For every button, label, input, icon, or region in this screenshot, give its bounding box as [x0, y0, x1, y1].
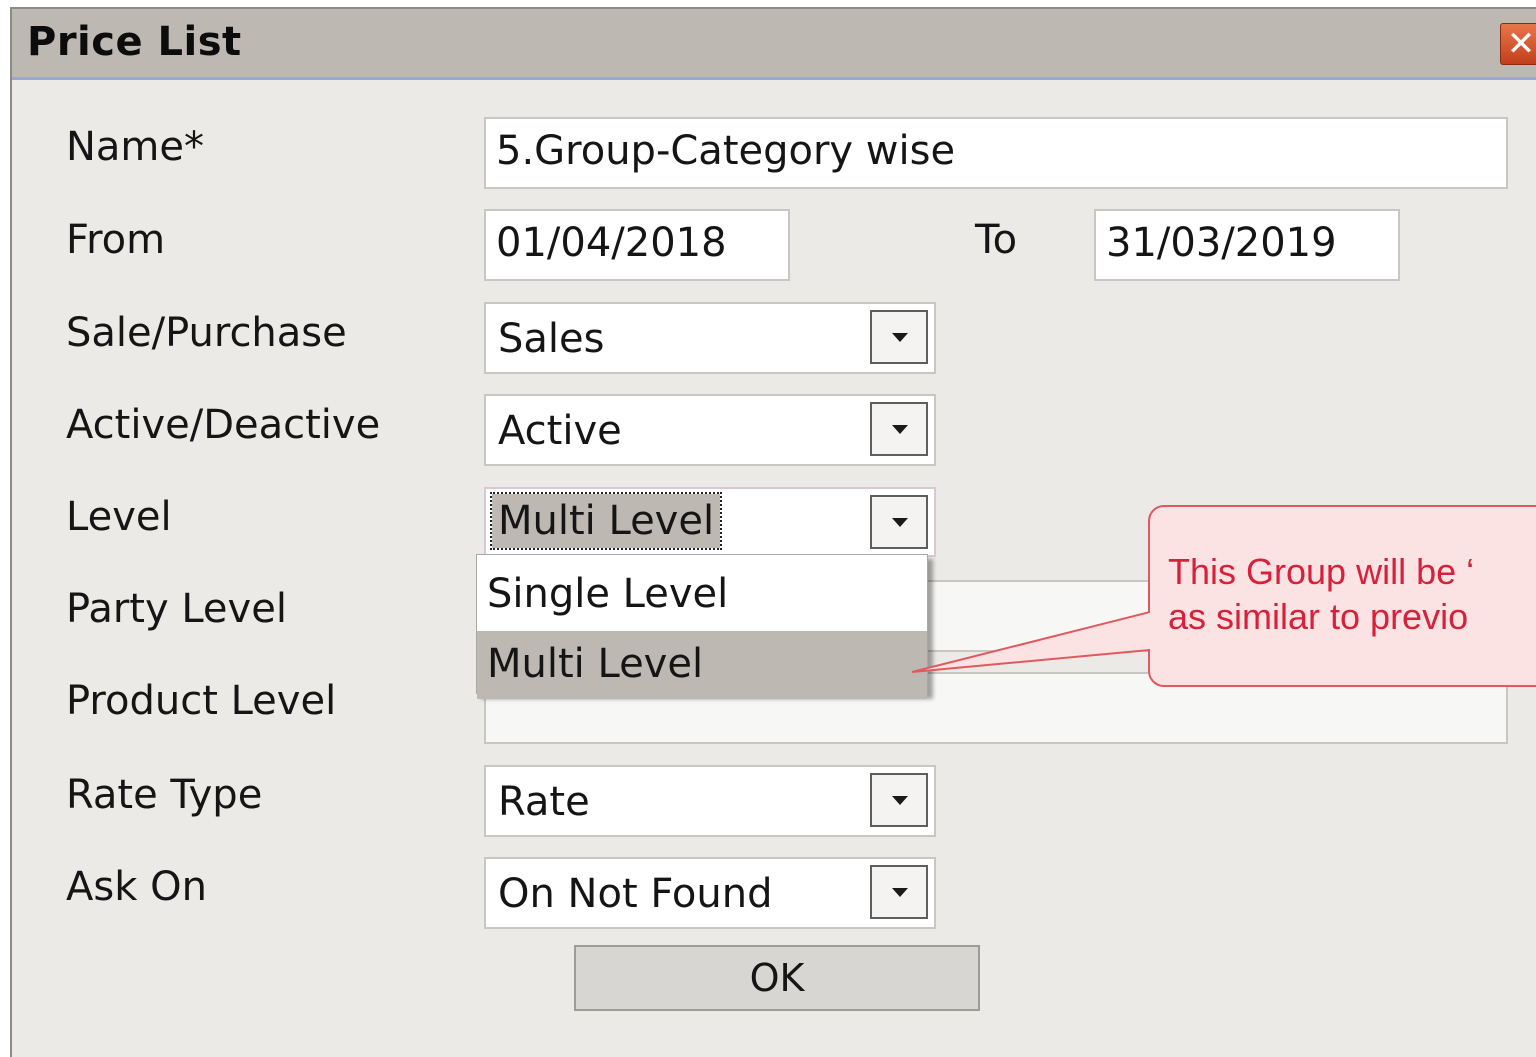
ask-on-value: On Not Found [498, 871, 773, 917]
option-multi-level[interactable]: Multi Level [477, 631, 927, 699]
ok-button[interactable]: OK [574, 945, 980, 1011]
dialog-title: Price List [27, 19, 242, 65]
title-bar[interactable]: Price List ✕ [12, 9, 1536, 80]
callout-box: This Group will be ‘ as similar to previ… [1148, 505, 1536, 687]
level-label: Level [66, 494, 172, 540]
rate-type-label: Rate Type [66, 772, 263, 818]
close-icon[interactable]: ✕ [1500, 23, 1536, 65]
ask-on-select[interactable]: On Not Found [484, 857, 936, 929]
active-deactive-label: Active/Deactive [66, 402, 381, 448]
rate-type-select[interactable]: Rate [484, 765, 936, 837]
callout-line-1: This Group will be ‘ [1168, 551, 1475, 592]
level-dropdown-list: Single Level Multi Level [476, 554, 928, 699]
from-label: From [66, 217, 166, 263]
from-date-field[interactable]: 01/04/2018 [484, 209, 790, 281]
sale-purchase-select[interactable]: Sales [484, 302, 936, 374]
chevron-down-icon[interactable] [870, 495, 928, 549]
active-deactive-select[interactable]: Active [484, 394, 936, 466]
product-level-label: Product Level [66, 678, 337, 724]
chevron-down-icon[interactable] [870, 773, 928, 827]
callout-line-2: as similar to previo [1168, 596, 1469, 637]
to-label: To [975, 217, 1018, 263]
name-label: Name* [66, 124, 205, 170]
callout-text: This Group will be ‘ as similar to previ… [1168, 549, 1474, 639]
sale-purchase-label: Sale/Purchase [66, 310, 347, 356]
active-deactive-value: Active [498, 408, 622, 454]
ask-on-label: Ask On [66, 864, 207, 910]
party-level-label: Party Level [66, 586, 287, 632]
rate-type-value: Rate [498, 779, 590, 825]
name-field[interactable]: 5.Group-Category wise [484, 117, 1508, 189]
chevron-down-icon[interactable] [870, 310, 928, 364]
level-select[interactable]: Multi Level [484, 487, 936, 557]
chevron-down-icon[interactable] [870, 865, 928, 919]
chevron-down-icon[interactable] [870, 402, 928, 456]
level-value: Multi Level [489, 492, 723, 550]
to-date-field[interactable]: 31/03/2019 [1094, 209, 1400, 281]
option-single-level[interactable]: Single Level [477, 561, 927, 629]
sale-purchase-value: Sales [498, 316, 605, 362]
